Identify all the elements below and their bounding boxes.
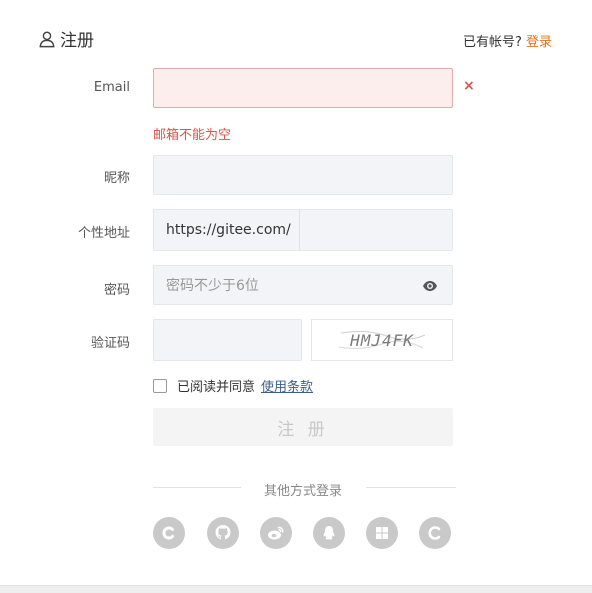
captcha-field[interactable] [153, 319, 302, 361]
nickname-label: 昵称 [103, 171, 130, 186]
address-prefix: https://gitee.com/ [154, 210, 300, 250]
password-label: 密码 [103, 283, 130, 298]
eye-icon[interactable] [422, 278, 438, 294]
divider-right [366, 487, 456, 488]
weibo-icon[interactable] [260, 517, 292, 549]
page-title-text: 注册 [60, 31, 94, 51]
c-icon-graphic [162, 526, 174, 540]
address-field[interactable] [300, 210, 452, 250]
user-icon [39, 31, 55, 47]
qq-icon-graphic [323, 526, 335, 540]
captcha-image[interactable]: HMJ4FK [311, 319, 453, 361]
github-icon[interactable] [207, 517, 239, 549]
address-label: 个性地址 [77, 226, 130, 241]
email-error-icon: × [463, 78, 475, 94]
other-login-title: 其他方式登录 [263, 484, 342, 499]
windows-icon[interactable] [366, 517, 398, 549]
login-link[interactable]: 登录 [526, 35, 552, 50]
password-field[interactable]: 密码不少于6位 [153, 265, 453, 305]
footer-bar [0, 585, 592, 593]
c-outline-icon-graphic [428, 526, 441, 540]
windows-icon-graphic [376, 527, 388, 539]
login-prompt-text: 已有帐号? [462, 35, 522, 50]
register-button[interactable]: 注 册 [153, 408, 453, 446]
c-outline-icon[interactable] [419, 517, 451, 549]
nickname-field[interactable] [153, 155, 453, 195]
agree-text: 已阅读并同意 [177, 380, 256, 395]
captcha-label: 验证码 [90, 336, 130, 351]
email-label: Email [93, 80, 130, 95]
github-icon-graphic [215, 525, 231, 540]
agree-row: 已阅读并同意 使用条款 [153, 376, 313, 395]
email-error-message: 邮箱不能为空 [153, 128, 232, 143]
page-title: 注册 [38, 26, 94, 51]
weibo-icon-graphic [268, 526, 284, 540]
email-field[interactable] [153, 68, 453, 108]
password-placeholder: 密码不少于6位 [166, 278, 259, 294]
terms-link[interactable]: 使用条款 [261, 376, 313, 395]
agree-checkbox[interactable] [153, 378, 167, 393]
login-prompt: 已有帐号? 登录 [463, 31, 552, 50]
captcha-image-graphic: HMJ4FK [338, 331, 426, 350]
qq-icon[interactable] [313, 517, 345, 549]
c-icon[interactable] [153, 517, 185, 549]
address-input-group: https://gitee.com/ [153, 209, 453, 251]
captcha-image-text: HMJ4FK [349, 331, 414, 350]
